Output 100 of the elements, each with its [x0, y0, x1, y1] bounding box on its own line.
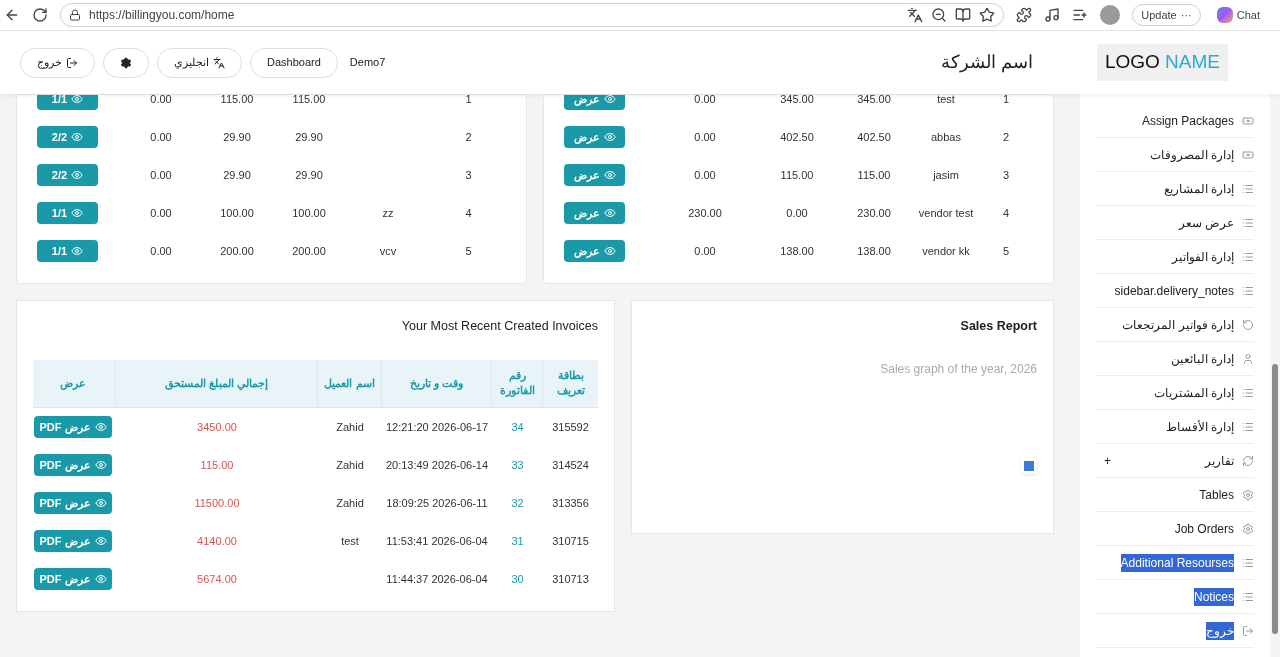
chat-button[interactable]: Chat	[1212, 4, 1264, 26]
table-cell: 18:09:25 2026-06-11	[386, 496, 488, 509]
table-cell: 0.00	[694, 244, 716, 257]
list-icon	[1242, 556, 1254, 569]
table-cell: 12:21:20 2026-06-17	[385, 420, 489, 433]
table-cell: 3	[1002, 168, 1010, 181]
table-cell: 345.00	[780, 95, 814, 105]
table-cell: 11:44:37 2026-06-04	[386, 572, 488, 585]
settings-icon	[120, 56, 132, 69]
table-cell: 115.00	[857, 168, 891, 181]
sidebar-item[interactable]: Tables	[1096, 478, 1254, 512]
table-cell: 310713	[552, 572, 589, 585]
media-icon[interactable]	[1044, 7, 1061, 23]
eye-icon	[603, 207, 616, 219]
table-cell: 3	[465, 168, 472, 181]
table-cell: 138.00	[780, 244, 814, 257]
table-cell: 200.00	[220, 244, 254, 257]
table-cell: vendor test	[918, 206, 974, 219]
back-icon[interactable]	[4, 7, 20, 23]
translate-icon[interactable]	[907, 7, 924, 23]
table-cell: 402.50	[857, 130, 891, 143]
table-cell: 0.00	[150, 168, 172, 181]
table-cell: 11500.00	[194, 496, 240, 509]
table-cell: 30	[511, 572, 524, 585]
zoom-icon[interactable]	[931, 7, 948, 23]
cash-icon	[1242, 148, 1254, 161]
logout-icon	[1242, 624, 1254, 637]
table-cell: 29.90	[223, 130, 251, 143]
table-cell: 20:13:49 2026-06-14	[385, 458, 489, 471]
list-icon	[1242, 284, 1254, 297]
table-cell: 310715	[552, 534, 589, 547]
table-cell: 29.90	[295, 130, 323, 143]
table-cell: 4	[1002, 206, 1010, 219]
favorite-icon[interactable]	[979, 7, 996, 23]
table-cell: 230.00	[688, 206, 722, 219]
sidebar-item[interactable]: عرض سعر	[1096, 206, 1254, 240]
table-cell: 100.00	[292, 206, 326, 219]
column-header: اسم العميل	[324, 375, 375, 391]
table-cell: 315592	[552, 420, 589, 433]
user-name: Demo7	[349, 55, 386, 71]
reload-icon[interactable]	[32, 7, 48, 23]
profile-avatar[interactable]	[1100, 5, 1121, 25]
sidebar-item[interactable]: إدارة المشتريات	[1096, 376, 1254, 410]
table-cell: 33	[511, 458, 524, 471]
refresh-icon	[1242, 454, 1254, 467]
sidebar-item[interactable]: تقارير +	[1096, 444, 1254, 478]
favorites-icon[interactable]	[1072, 7, 1089, 23]
table-cell: 0.00	[694, 168, 716, 181]
table-cell: 2	[1002, 130, 1010, 143]
table-cell: zz	[382, 206, 394, 219]
settings-icon	[1242, 488, 1254, 501]
sidebar-item[interactable]: إدارة المصروفات	[1096, 138, 1254, 172]
sidebar-item[interactable]: Job Orders	[1096, 512, 1254, 546]
sidebar-item[interactable]: إدارة البائعين	[1096, 342, 1254, 376]
sidebar-item[interactable]: إدارة المشاريع	[1096, 172, 1254, 206]
eye-icon	[94, 420, 107, 433]
expand-toggle[interactable]: +	[1104, 451, 1111, 470]
settings-icon	[1242, 522, 1254, 535]
table-cell: 100.00	[220, 206, 254, 219]
eye-icon	[94, 534, 107, 547]
column-header: وقت و تاريخ	[409, 375, 464, 391]
reader-icon[interactable]	[955, 7, 972, 23]
sidebar-item[interactable]: sidebar.delivery_notes	[1096, 274, 1254, 308]
table-cell: 115.00	[780, 168, 814, 181]
table-cell: 138.00	[857, 244, 891, 257]
table-cell: 5	[465, 244, 472, 257]
table-cell: Zahid	[336, 496, 364, 509]
language-icon	[213, 56, 225, 69]
logo[interactable]: LOGO NAME	[1096, 44, 1228, 81]
eye-icon	[71, 131, 84, 143]
card-subtitle: Sales graph of the year, 2026	[880, 360, 1037, 378]
lock-icon	[69, 9, 81, 21]
sidebar-item[interactable]: Additional Resourses	[1096, 546, 1254, 580]
eye-icon	[71, 207, 84, 219]
sidebar-item[interactable]: إدارة فواتير المرتجعات	[1096, 308, 1254, 342]
table-cell: 200.00	[292, 244, 326, 257]
table-cell: 32	[511, 496, 524, 509]
table-cell: 0.00	[150, 95, 172, 105]
table-cell: 29.90	[223, 168, 251, 181]
card-title: Your Most Recent Created Invoices	[401, 318, 598, 335]
cash-icon	[1242, 114, 1254, 127]
column-header: إجمالي المبلغ المستحق	[164, 375, 269, 391]
table-cell: test	[341, 534, 359, 547]
sidebar-item[interactable]: خروج	[1096, 614, 1254, 648]
card-title: Sales Report	[960, 318, 1037, 335]
eye-icon	[71, 169, 84, 181]
table-cell: 2	[465, 130, 472, 143]
table-cell: 0.00	[694, 130, 716, 143]
sidebar-item[interactable]: إدارة الأقساط	[1096, 410, 1254, 444]
table-cell: Zahid	[336, 420, 364, 433]
list-icon	[1242, 216, 1254, 229]
table-cell: 4140.00	[197, 534, 237, 547]
extensions-icon[interactable]	[1016, 7, 1033, 23]
sidebar-item[interactable]: Assign Packages	[1096, 104, 1254, 138]
table-cell: 5674.00	[197, 572, 237, 585]
url-text: https://billingyou.com/home	[89, 7, 236, 24]
sidebar-item[interactable]: إدارة الفواتير	[1096, 240, 1254, 274]
sidebar-item[interactable]: Notices	[1096, 580, 1254, 614]
eye-icon	[94, 572, 107, 585]
translate-icon[interactable]	[1021, 457, 1037, 474]
